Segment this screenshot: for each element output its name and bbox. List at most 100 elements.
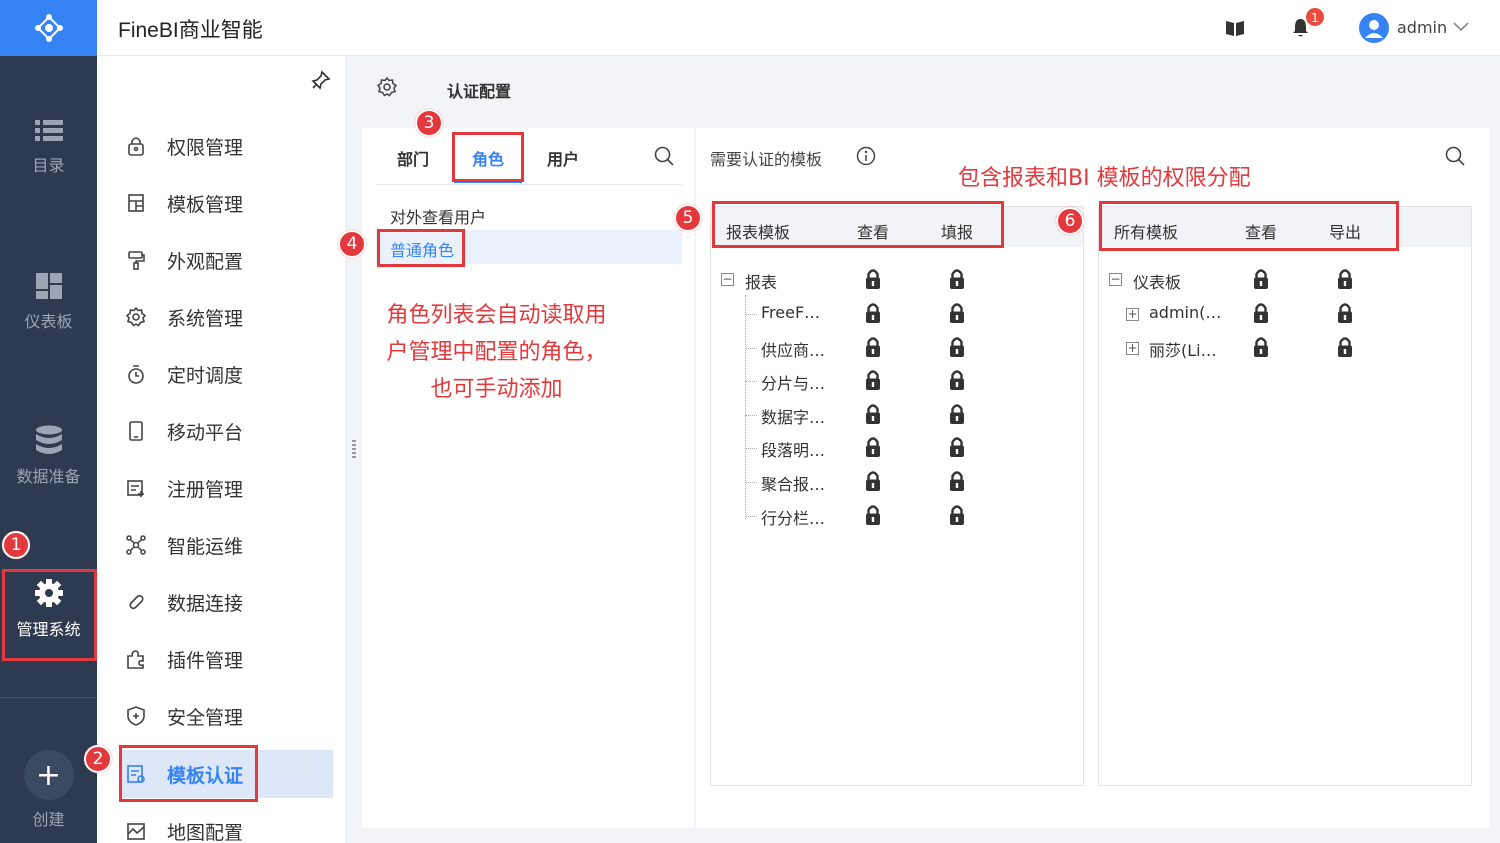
tree-leaf[interactable]: 聚合报… (761, 471, 825, 495)
lock-icon[interactable] (865, 436, 881, 462)
tab-divider (376, 184, 682, 185)
lock-icon[interactable] (865, 504, 881, 530)
register-icon (125, 477, 147, 499)
chevron-down-icon[interactable] (1453, 22, 1469, 32)
role-item[interactable]: 对外查看用户 (390, 204, 486, 228)
lock-icon[interactable] (949, 470, 965, 496)
menu-item-register[interactable]: 注册管理 (119, 464, 333, 512)
menu-item-label: 插件管理 (167, 649, 244, 672)
report-template-table: 报表模板 查看 填报 − 报表 FreeF… 供应商… 分片与… 数据字… 段落明… 聚合… (710, 206, 1084, 786)
menu-item-security[interactable]: 安全管理 (119, 692, 333, 740)
tree-node[interactable]: admin(… (1149, 303, 1221, 322)
menu-item-label: 安全管理 (167, 706, 244, 729)
pin-icon[interactable] (311, 70, 331, 90)
tree-leaf[interactable]: 段落明… (761, 437, 825, 461)
rail-item-data-prep[interactable]: 数据准备 (0, 425, 97, 487)
lock-icon[interactable] (949, 302, 965, 328)
menu-item-ops[interactable]: 智能运维 (119, 521, 333, 569)
tree-leaf[interactable]: 分片与… (761, 370, 825, 394)
timer-icon (125, 363, 147, 385)
splitter-handle[interactable] (352, 440, 356, 458)
tab-user[interactable]: 用户 (547, 146, 579, 170)
template-icon (125, 192, 147, 214)
lock-icon[interactable] (865, 302, 881, 328)
user-name[interactable]: admin (1397, 18, 1447, 37)
info-icon[interactable] (856, 146, 876, 166)
menu-item-template[interactable]: 模板管理 (119, 179, 333, 227)
lock-icon[interactable] (865, 369, 881, 395)
menu-item-data-connection[interactable]: 数据连接 (119, 578, 333, 626)
highlight-box (2, 569, 97, 661)
dashboard-icon (35, 273, 62, 299)
lock-icon[interactable] (1253, 302, 1269, 328)
tree-root[interactable]: 报表 (745, 269, 777, 293)
tree-connector (745, 482, 757, 483)
menu-item-map[interactable]: 地图配置 (119, 807, 333, 843)
lock-icon[interactable] (865, 268, 881, 294)
menu-item-label: 智能运维 (167, 535, 244, 558)
logo-icon[interactable] (0, 0, 97, 56)
menu-item-appearance[interactable]: 外观配置 (119, 236, 333, 284)
mobile-icon (125, 420, 147, 442)
lock-icon[interactable] (1337, 268, 1353, 294)
menu-item-label: 外观配置 (167, 250, 244, 273)
gear-icon[interactable] (377, 77, 397, 97)
collapse-toggle[interactable]: − (1109, 273, 1122, 286)
rail-divider (0, 697, 97, 698)
expand-toggle[interactable]: + (1126, 308, 1139, 321)
avatar[interactable] (1359, 13, 1389, 43)
lock-icon[interactable] (949, 268, 965, 294)
tree-leaf[interactable]: 行分栏… (761, 505, 825, 529)
plugin-icon (125, 648, 147, 670)
step-marker: 6 (1056, 207, 1084, 235)
rail-label: 目录 (32, 156, 65, 175)
lock-icon[interactable] (1337, 302, 1353, 328)
lock-icon[interactable] (949, 504, 965, 530)
lock-icon[interactable] (949, 336, 965, 362)
link-icon (125, 591, 147, 613)
menu-item-system[interactable]: 系统管理 (119, 293, 333, 341)
menu-item-label: 地图配置 (167, 821, 244, 843)
menu-item-permission[interactable]: 权限管理 (119, 122, 333, 170)
annotation-line: 户管理中配置的角色， (386, 340, 607, 365)
lock-icon[interactable] (1337, 336, 1353, 362)
rail-item-create[interactable]: + 创建 (0, 750, 97, 830)
roles-annotation: 角色列表会自动读取用 户管理中配置的角色， 也可手动添加 (384, 297, 609, 408)
menu-item-schedule[interactable]: 定时调度 (119, 350, 333, 398)
admin-menu: 权限管理 模板管理 外观配置 系统管理 定时调度 移动平台 注册管理 智能运维 … (97, 56, 347, 843)
rail-item-dashboard[interactable]: 仪表板 (0, 272, 97, 332)
tree-leaf[interactable]: 数据字… (761, 404, 825, 428)
lock-icon (125, 135, 147, 157)
tree-connector (745, 314, 757, 315)
lock-icon[interactable] (1253, 268, 1269, 294)
highlight-box (452, 132, 524, 182)
step-marker: 1 (2, 531, 30, 559)
tree-connector (745, 381, 757, 383)
menu-item-label: 权限管理 (167, 136, 244, 159)
lock-icon[interactable] (949, 403, 965, 429)
lock-icon[interactable] (949, 436, 965, 462)
expand-toggle[interactable]: + (1126, 341, 1139, 355)
lock-icon[interactable] (949, 369, 965, 395)
collapse-toggle[interactable]: − (721, 273, 734, 286)
menu-item-plugin[interactable]: 插件管理 (119, 635, 333, 683)
book-icon[interactable] (1225, 20, 1245, 37)
ops-icon (125, 534, 147, 556)
lock-icon[interactable] (865, 336, 881, 362)
gear-icon (125, 306, 147, 328)
lock-icon[interactable] (865, 403, 881, 429)
search-icon[interactable] (654, 146, 674, 166)
tree-root[interactable]: 仪表板 (1133, 269, 1181, 293)
tree-node[interactable]: 丽莎(Li… (1149, 337, 1217, 361)
tree-leaf[interactable]: FreeF… (761, 303, 820, 322)
list-icon (34, 120, 63, 141)
rail-item-catalog[interactable]: 目录 (0, 118, 97, 176)
tab-department[interactable]: 部门 (397, 146, 429, 170)
tree-leaf[interactable]: 供应商… (761, 337, 825, 361)
menu-item-label: 移动平台 (167, 421, 244, 444)
lock-icon[interactable] (865, 470, 881, 496)
menu-item-mobile[interactable]: 移动平台 (119, 407, 333, 455)
search-icon[interactable] (1445, 146, 1465, 166)
step-marker: 4 (338, 230, 366, 258)
lock-icon[interactable] (1253, 336, 1269, 362)
